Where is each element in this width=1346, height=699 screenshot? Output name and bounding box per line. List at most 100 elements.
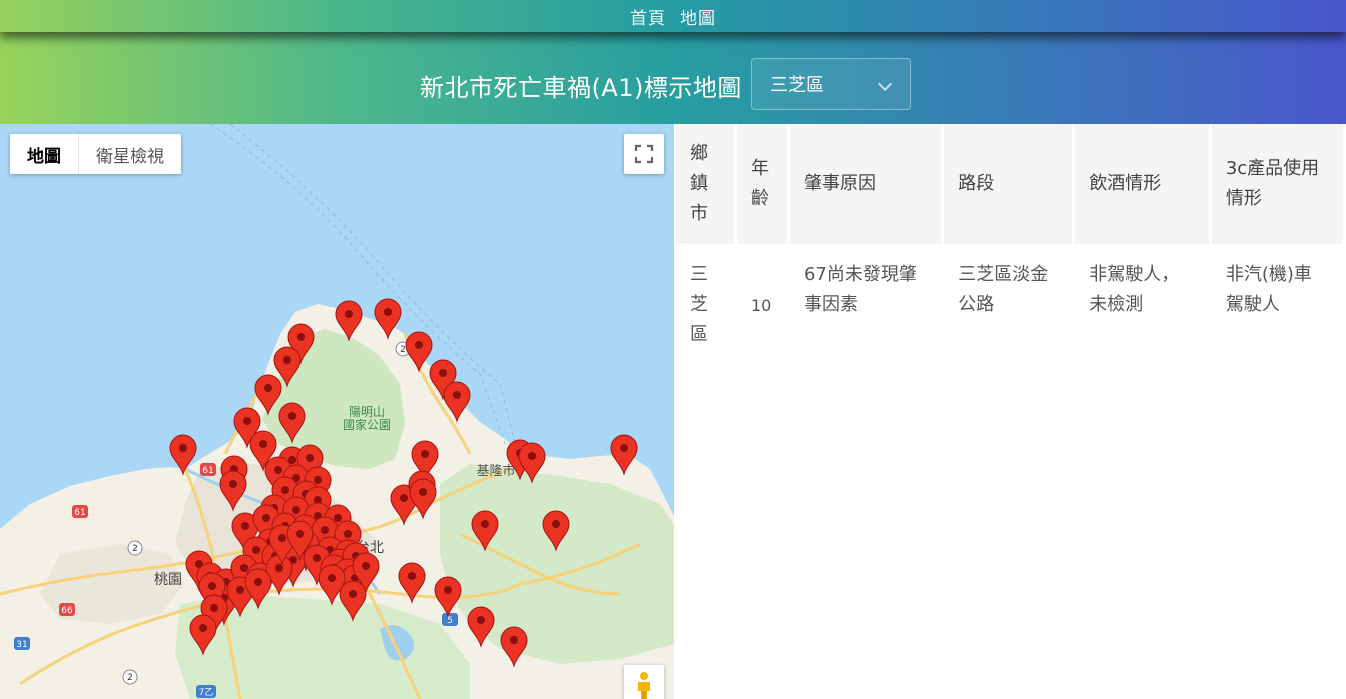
road-shield-label: 2 [400,345,406,355]
map-pin-dot [179,444,187,452]
map-pin-dot [292,506,300,514]
column-header-cause: 肇事原因 [789,124,942,244]
cell-text: 67尚未發現肇事因素 [803,264,917,315]
accident-table: 鄉鎮市 年齡 肇事原因 路段 飲酒情形 3c產品使用情形 三芝區 10 67尚未… [673,124,1346,366]
cell-3c-usage: 非汽(機)車駕駛人 [1212,244,1343,366]
column-header-label: 鄉鎮市 [690,143,708,224]
pegman-icon [638,672,650,699]
road-shield-label: 2 [127,673,133,683]
cell-road: 三芝區淡金公路 [944,244,1072,366]
map-pin-dot [481,520,489,528]
map-label-taoyuan: 桃園 [154,572,182,588]
map-pin-dot [229,480,237,488]
column-header-3c-usage: 3c產品使用情形 [1211,124,1343,244]
map-pin-dot [296,530,304,538]
district-select-value: 三芝區 [770,75,824,96]
road-shield-label: 31 [16,640,27,650]
column-header-label: 年齡 [750,158,769,209]
map-pin-dot [328,574,336,582]
header: 首頁 地圖 新北市死亡車禍(A1)標示地圖 三芝區 [0,0,1346,124]
road-shield-label: 2 [132,544,138,554]
navbar: 首頁 地圖 [0,0,1346,32]
map-pin-dot [314,476,322,484]
map-pin-dot [419,488,427,496]
map-pin-dot [288,412,296,420]
map-pin-dot [620,444,628,452]
map-panel[interactable]: 61 61 2 66 31 7乙 2 5 2 陽明山 國家公園 基隆市 台北 桃… [0,124,674,699]
cell-text: 非汽(機)車駕駛人 [1225,264,1312,315]
map-pin-dot [528,452,536,460]
title-row: 新北市死亡車禍(A1)標示地圖 三芝區 [0,58,1346,110]
map-pin-dot [408,572,416,580]
map-pin-dot [278,534,286,542]
map-pin-dot [236,586,244,594]
map-pin-dot [415,341,423,349]
cell-district: 三芝區 [676,244,734,366]
map-pin-dot [421,450,429,458]
map-pin-dot [281,486,289,494]
road-shield-label: 66 [61,606,73,616]
map-pin-dot [241,522,249,530]
map-pin-dot [477,616,485,624]
map-pin-dot [252,546,260,554]
map-pin-dot [283,356,291,364]
map-type-satellite-button[interactable]: 衛星檢視 [79,134,181,174]
page-title: 新北市死亡車禍(A1)標示地圖 [420,74,742,102]
map-pin-dot [453,391,461,399]
accident-table-panel: 鄉鎮市 年齡 肇事原因 路段 飲酒情形 3c產品使用情形 三芝區 10 67尚未… [674,124,1346,699]
map-pin-dot [345,310,353,318]
map-pin-dot [400,494,408,502]
cell-cause: 67尚未發現肇事因素 [790,244,941,366]
map-type-map-button[interactable]: 地圖 [10,134,79,174]
map-pin-dot [243,417,251,425]
map-pin-dot [210,604,218,612]
map-pin-dot [552,520,560,528]
map-pin-dot [275,564,283,572]
table-row: 三芝區 10 67尚未發現肇事因素 三芝區淡金公路 非駕駛人，未檢測 非汽(機)… [676,244,1343,366]
map-pin-dot [349,590,357,598]
chevron-down-icon [877,76,893,92]
map-pin-dot [240,564,248,572]
map-pin-dot [384,308,392,316]
map-pin-dot [344,530,352,538]
fullscreen-icon [634,144,654,164]
map-pin-dot [208,582,216,590]
map-label-park: 國家公園 [343,417,391,432]
map-pin-dot [306,454,314,462]
table-header-row: 鄉鎮市 年齡 肇事原因 路段 飲酒情形 3c產品使用情形 [676,124,1343,244]
map-pin-dot [254,578,262,586]
map-label-keelung: 基隆市 [476,463,515,479]
street-view-button[interactable] [624,665,664,699]
column-header-label: 3c產品使用情形 [1225,158,1320,209]
map-pin-dot [444,586,452,594]
column-header-road: 路段 [944,124,1073,244]
map-pin-dot [297,333,305,341]
map-type-control: 地圖 衛星檢視 [10,134,181,174]
column-header-district: 鄉鎮市 [676,124,734,244]
cell-text: 非駕駛人，未檢測 [1089,264,1180,315]
column-header-alcohol: 飲酒情形 [1075,124,1209,244]
map-pin-dot [321,526,329,534]
column-header-age: 年齡 [736,124,787,244]
map-pin-dot [264,384,272,392]
map-pin-dot [199,624,207,632]
nav-home-link[interactable]: 首頁 [630,4,666,29]
road-shield-label: 7乙 [199,687,214,698]
road-shield-label: 61 [74,508,85,518]
map-pin-dot [510,636,518,644]
map-pin-dot [334,514,342,522]
map-pin-dot [313,554,321,562]
road-shield-label: 61 [202,466,213,476]
cell-text: 三芝區淡金公路 [958,264,1049,315]
nav-map-link[interactable]: 地圖 [680,4,716,29]
map-pin-dot [439,369,447,377]
cell-text: 三芝區 [690,264,708,345]
cell-age: 10 [750,296,772,315]
map-pin-dot [262,514,270,522]
fullscreen-button[interactable] [624,134,664,174]
map-pin-dot [259,440,267,448]
map-label-park: 陽明山 [349,405,385,419]
map-pin-dot [274,466,282,474]
map-canvas[interactable]: 61 61 2 66 31 7乙 2 5 2 陽明山 國家公園 基隆市 台北 桃… [0,124,674,699]
district-select[interactable]: 三芝區 [751,58,911,110]
